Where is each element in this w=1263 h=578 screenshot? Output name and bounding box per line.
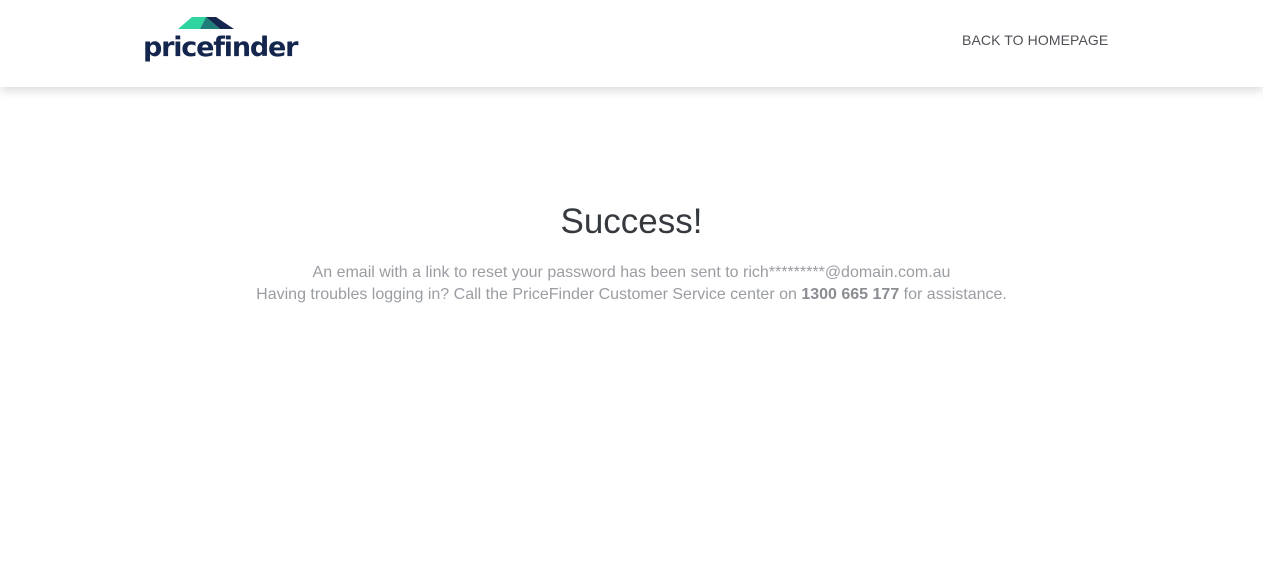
support-message-text: Having troubles logging in? Call the Pri…	[256, 286, 797, 303]
main-content: Success! An email with a link to reset y…	[0, 87, 1263, 578]
page-title: Success!	[560, 202, 703, 241]
reset-email-message: An email with a link to reset your passw…	[312, 264, 951, 281]
support-message: Having troubles logging in? Call the Pri…	[0, 284, 1263, 306]
support-message-suffix: for assistance.	[903, 286, 1007, 303]
back-to-homepage-link[interactable]: BACK TO HOMEPAGE	[962, 31, 1108, 49]
roof-icon	[178, 17, 234, 29]
pricefinder-logo[interactable]: pricefinder	[143, 16, 298, 70]
support-phone-number: 1300 665 177	[801, 286, 900, 303]
logo-text: pricefinder	[143, 32, 298, 63]
top-header: pricefinder BACK TO HOMEPAGE	[0, 0, 1263, 87]
